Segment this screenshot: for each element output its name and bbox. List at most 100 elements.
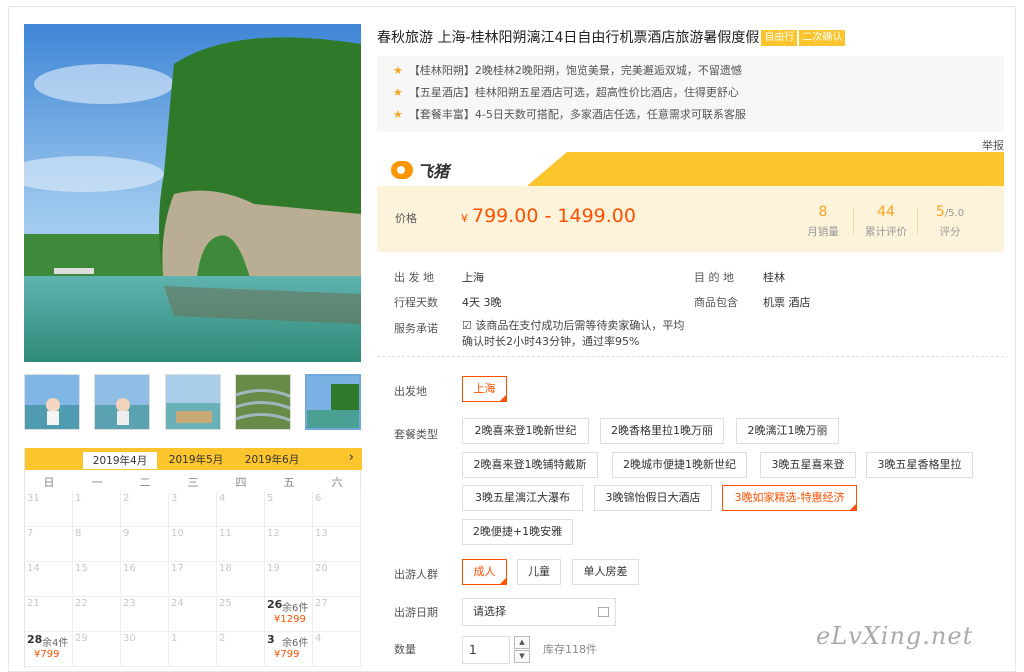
calendar-day-number: 11 [219,528,232,539]
calendar-month-bar: 2019年4月 2019年5月 2019年6月 › [25,448,362,470]
quantity-increase-button[interactable]: ▲ [514,636,530,649]
calendar-day-cell: 2 [121,492,169,527]
traveler-single-room[interactable]: 单人房差 [572,559,639,585]
calendar-weekday: 二 [139,476,151,489]
option-departure-shanghai[interactable]: 上海 [462,376,507,402]
calendar-month-tab[interactable]: 2019年5月 [159,451,233,470]
package-option[interactable]: 2晚喜来登1晚新世纪 [462,418,589,444]
promise-text: ☑ 该商品在支付成功后需等待卖家确认，平均确认时长2小时43分钟，通过率95% [462,318,692,350]
includes-value: 机票 酒店 [763,296,811,309]
calendar-day-number: 23 [123,598,136,609]
highlight-text: 【套餐丰富】4-5日天数可搭配，多家酒店任选，任意需求可联系客服 [408,108,746,121]
calendar-day-cell: 21 [25,597,73,632]
check-circle-icon: ☑ [462,319,476,332]
quantity-input[interactable]: 1 [462,636,510,664]
calendar-day-cell: 3 [169,492,217,527]
calendar-day-stock: 余4件 [42,638,69,649]
calendar-day-cell: 1 [169,632,217,667]
calendar-day-cell: 19 [265,562,313,597]
calendar-day-cell: 25 [217,597,265,632]
fliggy-logo-icon [391,161,413,179]
package-option[interactable]: 2晚便捷+1晚安雅 [462,519,573,545]
calendar-day-number: 19 [267,563,280,574]
calendar-day-cell: 14 [25,562,73,597]
package-option[interactable]: 3晚五星漓江大瀑布 [462,485,583,511]
price-range: ¥799.00 - 1499.00 [461,205,636,227]
calendar-weekday: 三 [187,476,199,489]
watermark: eLvXing.net [816,622,974,650]
stat-divider [917,208,918,234]
calendar-day-cell: 4 [313,632,361,667]
calendar-day-number: 15 [75,563,88,574]
package-option[interactable]: 3晚如家精选-特惠经济 [722,485,857,511]
highlight-item: ★ 【五星酒店】桂林阳朔五星酒店可选，超高性价比酒店，住得更舒心 [393,84,1004,106]
fliggy-logo: 飞猪 [391,158,449,182]
report-link[interactable]: 举报 [982,137,1004,153]
calendar-day-cell: 5 [265,492,313,527]
calendar-day-cell[interactable]: 28 余4件 ¥799 [25,632,73,667]
calendar-day-number: 3 [267,633,275,646]
calendar-day-cell: 10 [169,527,217,562]
calendar-day-cell[interactable]: 26 余6件 ¥1299 [265,597,313,632]
calendar-day-price: ¥1299 [274,614,306,625]
calendar-month-tab[interactable]: 2019年4月 [83,450,157,469]
calendar-day-cell: 29 [73,632,121,667]
traveler-adult[interactable]: 成人 [462,559,507,585]
thumbnail-3[interactable] [165,374,221,430]
star-icon: ★ [393,86,403,99]
main-product-photo[interactable] [24,24,361,362]
package-option[interactable]: 3晚五星喜来登 [760,452,856,478]
calendar-day-number: 30 [123,633,136,644]
section-divider [377,356,1004,357]
package-option[interactable]: 3晚锦怡假日大酒店 [594,485,712,511]
calendar-day-number: 5 [267,493,274,504]
thumbnail-4[interactable] [235,374,291,430]
package-option[interactable]: 2晚喜来登1晚铺特戴斯 [462,452,598,478]
calendar-day-number: 31 [27,493,40,504]
calendar-day-cell[interactable]: 3 余6件 ¥799 [265,632,313,667]
calendar-day-cell: 23 [121,597,169,632]
traveler-child[interactable]: 儿童 [517,559,561,585]
date-placeholder: 请选择 [473,605,506,618]
includes-label: 商品包含 [694,296,738,309]
stock-text: 库存118件 [543,643,597,656]
option-traveler-label: 出游人群 [394,568,438,581]
thumbnail-1[interactable] [24,374,80,430]
calendar-icon [598,607,609,617]
calendar-day-number: 13 [315,528,328,539]
calendar-day-stock: 余6件 [282,603,309,614]
departure-label: 出 发 地 [394,271,434,284]
calendar-day-cell: 16 [121,562,169,597]
duration-label: 行程天数 [394,296,438,309]
price-calendar: 2019年4月 2019年5月 2019年6月 › 日一二三四五六 31 1 2 3 4… [24,448,362,668]
calendar-day-number: 16 [123,563,136,574]
destination-value: 桂林 [763,271,785,284]
calendar-day-number: 1 [171,633,178,644]
brand-name: 飞猪 [417,162,450,181]
calendar-day-cell: 24 [169,597,217,632]
package-option[interactable]: 2晚香格里拉1晚万丽 [600,418,724,444]
thumbnail-5-active[interactable] [305,374,361,430]
calendar-day-number: 10 [171,528,184,539]
package-option[interactable]: 2晚漓江1晚万丽 [736,418,839,444]
package-option[interactable]: 3晚五星香格里拉 [866,452,973,478]
calendar-day-cell: 30 [121,632,169,667]
duration-value: 4天 3晚 [462,296,502,309]
calendar-day-number: 12 [267,528,280,539]
chevron-right-icon[interactable]: › [349,450,354,465]
stat-total-reviews[interactable]: 44 累计评价 [856,204,916,239]
package-option[interactable]: 2晚城市便捷1晚新世纪 [612,452,747,478]
thumbnail-2[interactable] [94,374,150,430]
quantity-decrease-button[interactable]: ▼ [514,650,530,663]
stat-value: 44 [877,204,895,220]
promise-value: 该商品在支付成功后需等待卖家确认，平均确认时长2小时43分钟，通过率95% [462,319,685,348]
stat-rating: 5/5.0 评分 [920,204,980,239]
thumbnail-strip [24,374,361,430]
calendar-month-tab[interactable]: 2019年6月 [235,451,309,470]
promise-label: 服务承诺 [394,322,438,335]
calendar-day-price: ¥799 [34,649,60,660]
price-value: 799.00 - 1499.00 [472,205,636,227]
calendar-day-number: 27 [315,598,328,609]
calendar-day-number: 21 [27,598,40,609]
travel-date-input[interactable]: 请选择 [462,598,616,626]
